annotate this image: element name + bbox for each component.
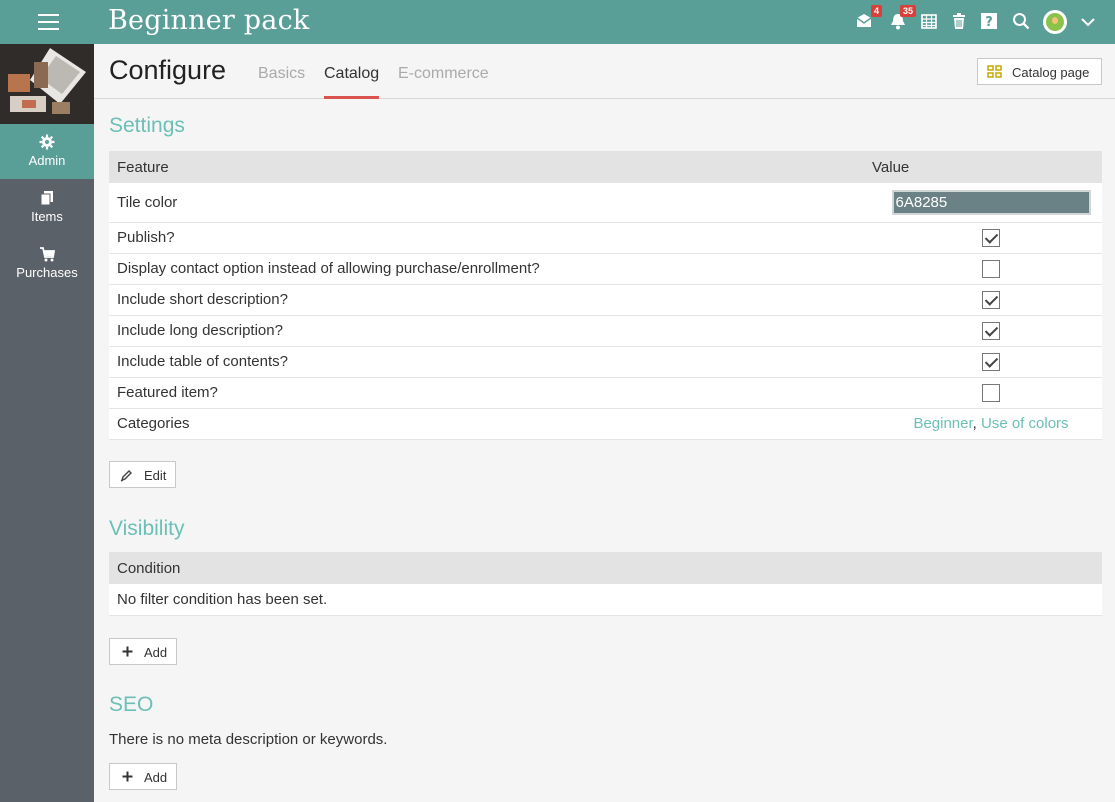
page-header: Configure Basics Catalog E-commerce Cata… [94, 44, 1115, 99]
search-icon[interactable] [1012, 12, 1032, 32]
add-seo-button[interactable]: Add [109, 763, 177, 790]
feature-label: Include long description? [109, 315, 872, 347]
main-content: Configure Basics Catalog E-commerce Cata… [94, 44, 1115, 802]
table-row: Include table of contents? [109, 346, 1102, 378]
calendar-icon[interactable] [920, 12, 940, 32]
sidebar-item-admin[interactable]: Admin [0, 124, 94, 179]
feature-label: Publish? [109, 222, 872, 254]
publish-checkbox[interactable] [982, 228, 1000, 247]
catalog-page-button[interactable]: Catalog page [977, 58, 1102, 85]
chevron-down-icon[interactable] [1080, 14, 1100, 34]
cart-icon [40, 247, 55, 262]
add-label: Add [144, 770, 168, 785]
add-condition-button[interactable]: Add [109, 638, 177, 665]
feature-label: Include table of contents? [109, 346, 872, 378]
table-of-contents-checkbox[interactable] [982, 352, 1000, 371]
table-row: Display contact option instead of allowi… [109, 253, 1102, 285]
top-bar: Beginner pack 4 35 ? [0, 0, 1115, 44]
categories-label: Categories [109, 408, 872, 440]
category-separator: , [972, 415, 977, 432]
table-row: Categories Beginner, Use of colors [109, 408, 1102, 440]
table-row: Tile color 6A8285 [109, 183, 1102, 223]
edit-button[interactable]: Edit [109, 461, 176, 488]
tile-color-label: Tile color [109, 183, 872, 223]
table-row: No filter condition has been set. [109, 584, 1102, 616]
avatar[interactable] [1043, 10, 1067, 34]
condition-column-header: Condition [109, 552, 1102, 584]
featured-item-checkbox[interactable] [982, 383, 1000, 402]
table-row: Publish? [109, 222, 1102, 254]
tab-basics[interactable]: Basics [258, 65, 305, 99]
grid-icon [987, 65, 1002, 78]
visibility-empty-text: No filter condition has been set. [109, 584, 1102, 616]
table-row: Include long description? [109, 315, 1102, 347]
settings-table: Feature Value Tile color 6A8285 Publish?… [109, 151, 1102, 440]
short-description-checkbox[interactable] [982, 290, 1000, 309]
svg-text:?: ? [985, 15, 993, 30]
feature-label: Display contact option instead of allowi… [109, 253, 872, 285]
sidebar-item-label: Purchases [16, 265, 78, 280]
bell-icon[interactable]: 35 [889, 5, 916, 32]
mail-badge: 4 [870, 5, 882, 17]
feature-label: Include short description? [109, 284, 872, 316]
tab-catalog[interactable]: Catalog [324, 65, 380, 99]
trash-icon[interactable] [950, 12, 970, 32]
visibility-table: Condition No filter condition has been s… [109, 552, 1102, 616]
long-description-checkbox[interactable] [982, 321, 1000, 340]
sidebar-item-label: Admin [28, 153, 66, 168]
notifications-badge: 35 [899, 5, 916, 17]
seo-empty-text: There is no meta description or keywords… [109, 731, 388, 748]
page-title: Configure [109, 55, 227, 85]
add-label: Add [144, 645, 168, 660]
feature-label: Featured item? [109, 377, 872, 409]
edit-label: Edit [144, 468, 167, 483]
app-title: Beginner pack [108, 5, 310, 36]
sidebar-item-items[interactable]: Items [0, 180, 94, 235]
gear-icon [39, 134, 55, 150]
sidebar-item-purchases[interactable]: Purchases [0, 236, 94, 291]
help-icon[interactable]: ? [980, 12, 1000, 32]
settings-heading: Settings [109, 114, 185, 137]
seo-heading: SEO [109, 693, 154, 716]
tab-ecommerce[interactable]: E-commerce [398, 65, 489, 99]
plus-icon [122, 771, 133, 782]
documents-icon [40, 191, 53, 206]
category-link-beginner[interactable]: Beginner [913, 415, 972, 432]
sidebar-item-label: Items [31, 209, 63, 224]
mail-icon[interactable]: 4 [855, 5, 882, 32]
contact-option-checkbox[interactable] [982, 259, 1000, 278]
item-thumbnail [0, 44, 94, 124]
catalog-page-label: Catalog page [1012, 65, 1090, 80]
table-row: Include short description? [109, 284, 1102, 316]
feature-column-header: Feature [109, 151, 872, 183]
category-link-use-of-colors[interactable]: Use of colors [981, 415, 1069, 432]
pencil-icon [120, 470, 132, 482]
value-column-header: Value [872, 151, 1102, 183]
table-row: Featured item? [109, 377, 1102, 409]
menu-icon[interactable] [38, 14, 59, 30]
visibility-heading: Visibility [109, 517, 185, 540]
plus-icon [122, 646, 133, 657]
sidebar: Admin Items Purchases [0, 44, 94, 802]
tile-color-input[interactable]: 6A8285 [891, 189, 1091, 215]
